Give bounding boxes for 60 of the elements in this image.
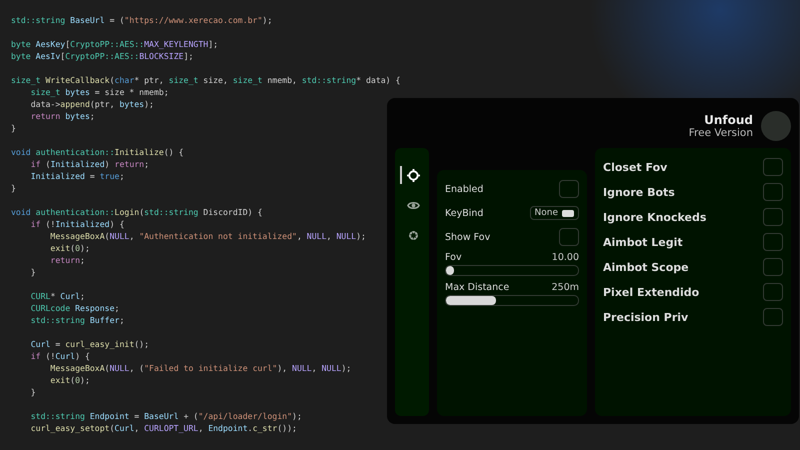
option-label: Enabled <box>445 184 484 194</box>
code-line: void authentication::Login(std::string DiscordID) { <box>11 206 262 218</box>
code-line: if (Initialized) return; <box>30 158 150 170</box>
key-icon <box>562 210 574 216</box>
code-line: size_t bytes = size * nmemb; <box>30 86 169 98</box>
code-line: exit(0); <box>49 374 90 386</box>
gear-icon <box>406 228 420 242</box>
code-line: } <box>30 386 36 398</box>
checkbox[interactable] <box>763 233 783 251</box>
code-line: byte AesIv[CryptoPP::AES::BLOCKSIZE]; <box>11 50 194 62</box>
option-label: Aimbot Scope <box>603 260 689 274</box>
slider-value: 250m <box>552 282 579 293</box>
slider-label: Fov <box>445 252 462 263</box>
option-label: Pixel Extendido <box>603 286 700 298</box>
option-label: KeyBind <box>445 208 484 218</box>
code-line: MessageBoxA(NULL, "Authentication not initialized", NULL, NULL); <box>49 230 366 242</box>
checkbox[interactable] <box>763 308 783 326</box>
keybind-button[interactable]: None <box>530 206 579 220</box>
option-label: Ignore Knockeds <box>603 210 706 224</box>
option-label: Closet Fov <box>603 160 668 174</box>
checkbox[interactable] <box>763 158 783 176</box>
option-label: Show Fov <box>445 232 490 242</box>
menu-title: Unfoud <box>704 113 753 127</box>
code-line: } <box>11 122 16 134</box>
checkbox[interactable] <box>763 208 783 226</box>
checkbox[interactable] <box>763 258 783 276</box>
code-line: std::string BaseUrl = ("https://www.xerecao.com.br"); <box>11 14 272 26</box>
code-line: MessageBoxA(NULL, ("Failed to initialize curl"), NULL, NULL); <box>49 362 352 374</box>
code-line: CURL* Curl; <box>30 290 85 302</box>
code-line: CURLcode Response; <box>30 302 120 314</box>
code-line: } <box>30 266 36 278</box>
code-line: return; <box>49 254 85 266</box>
avatar-circle <box>761 111 791 141</box>
slider-track[interactable] <box>445 265 579 276</box>
code-line: } <box>11 182 16 194</box>
checkbox[interactable] <box>763 183 783 201</box>
slider-value: 10.00 <box>552 252 579 263</box>
slider-label: Max Distance <box>445 282 510 293</box>
option-label: Ignore Bots <box>603 186 675 198</box>
checkbox[interactable] <box>559 228 579 246</box>
code-line: std::string Endpoint = BaseUrl + ("/api/loader/login"); <box>30 410 302 422</box>
menu-subtitle: Free Version <box>688 127 753 139</box>
code-line: curl_easy_setopt(Curl, CURLOPT_URL, Endpoint.c_str()); <box>30 422 297 434</box>
crosshair-icon <box>406 168 420 182</box>
code-line: size_t WriteCallback(char* ptr, size_t size, size_t nmemb, std::string* data) { <box>11 74 400 86</box>
code-line: void authentication::Initialize() { <box>11 146 184 158</box>
code-line: byte AesKey[CryptoPP::AES::MAX_KEYLENGTH]; <box>11 38 218 50</box>
code-line: exit(0); <box>49 242 90 254</box>
option-label: Precision Priv <box>603 310 688 324</box>
checkbox[interactable] <box>559 180 579 198</box>
code-line: data->append(ptr, bytes); <box>30 98 154 110</box>
option-label: Aimbot Legit <box>603 236 683 248</box>
checkbox[interactable] <box>763 283 783 301</box>
code-line: if (!Initialized) { <box>30 218 124 230</box>
code-line: Curl = curl_easy_init(); <box>30 338 150 350</box>
code-line: return bytes; <box>30 110 95 122</box>
code-line: if (!Curl) { <box>30 350 90 362</box>
code-line: std::string Buffer; <box>30 314 124 326</box>
slider-track[interactable] <box>445 295 579 306</box>
code-line: Initialized = true; <box>30 170 124 182</box>
